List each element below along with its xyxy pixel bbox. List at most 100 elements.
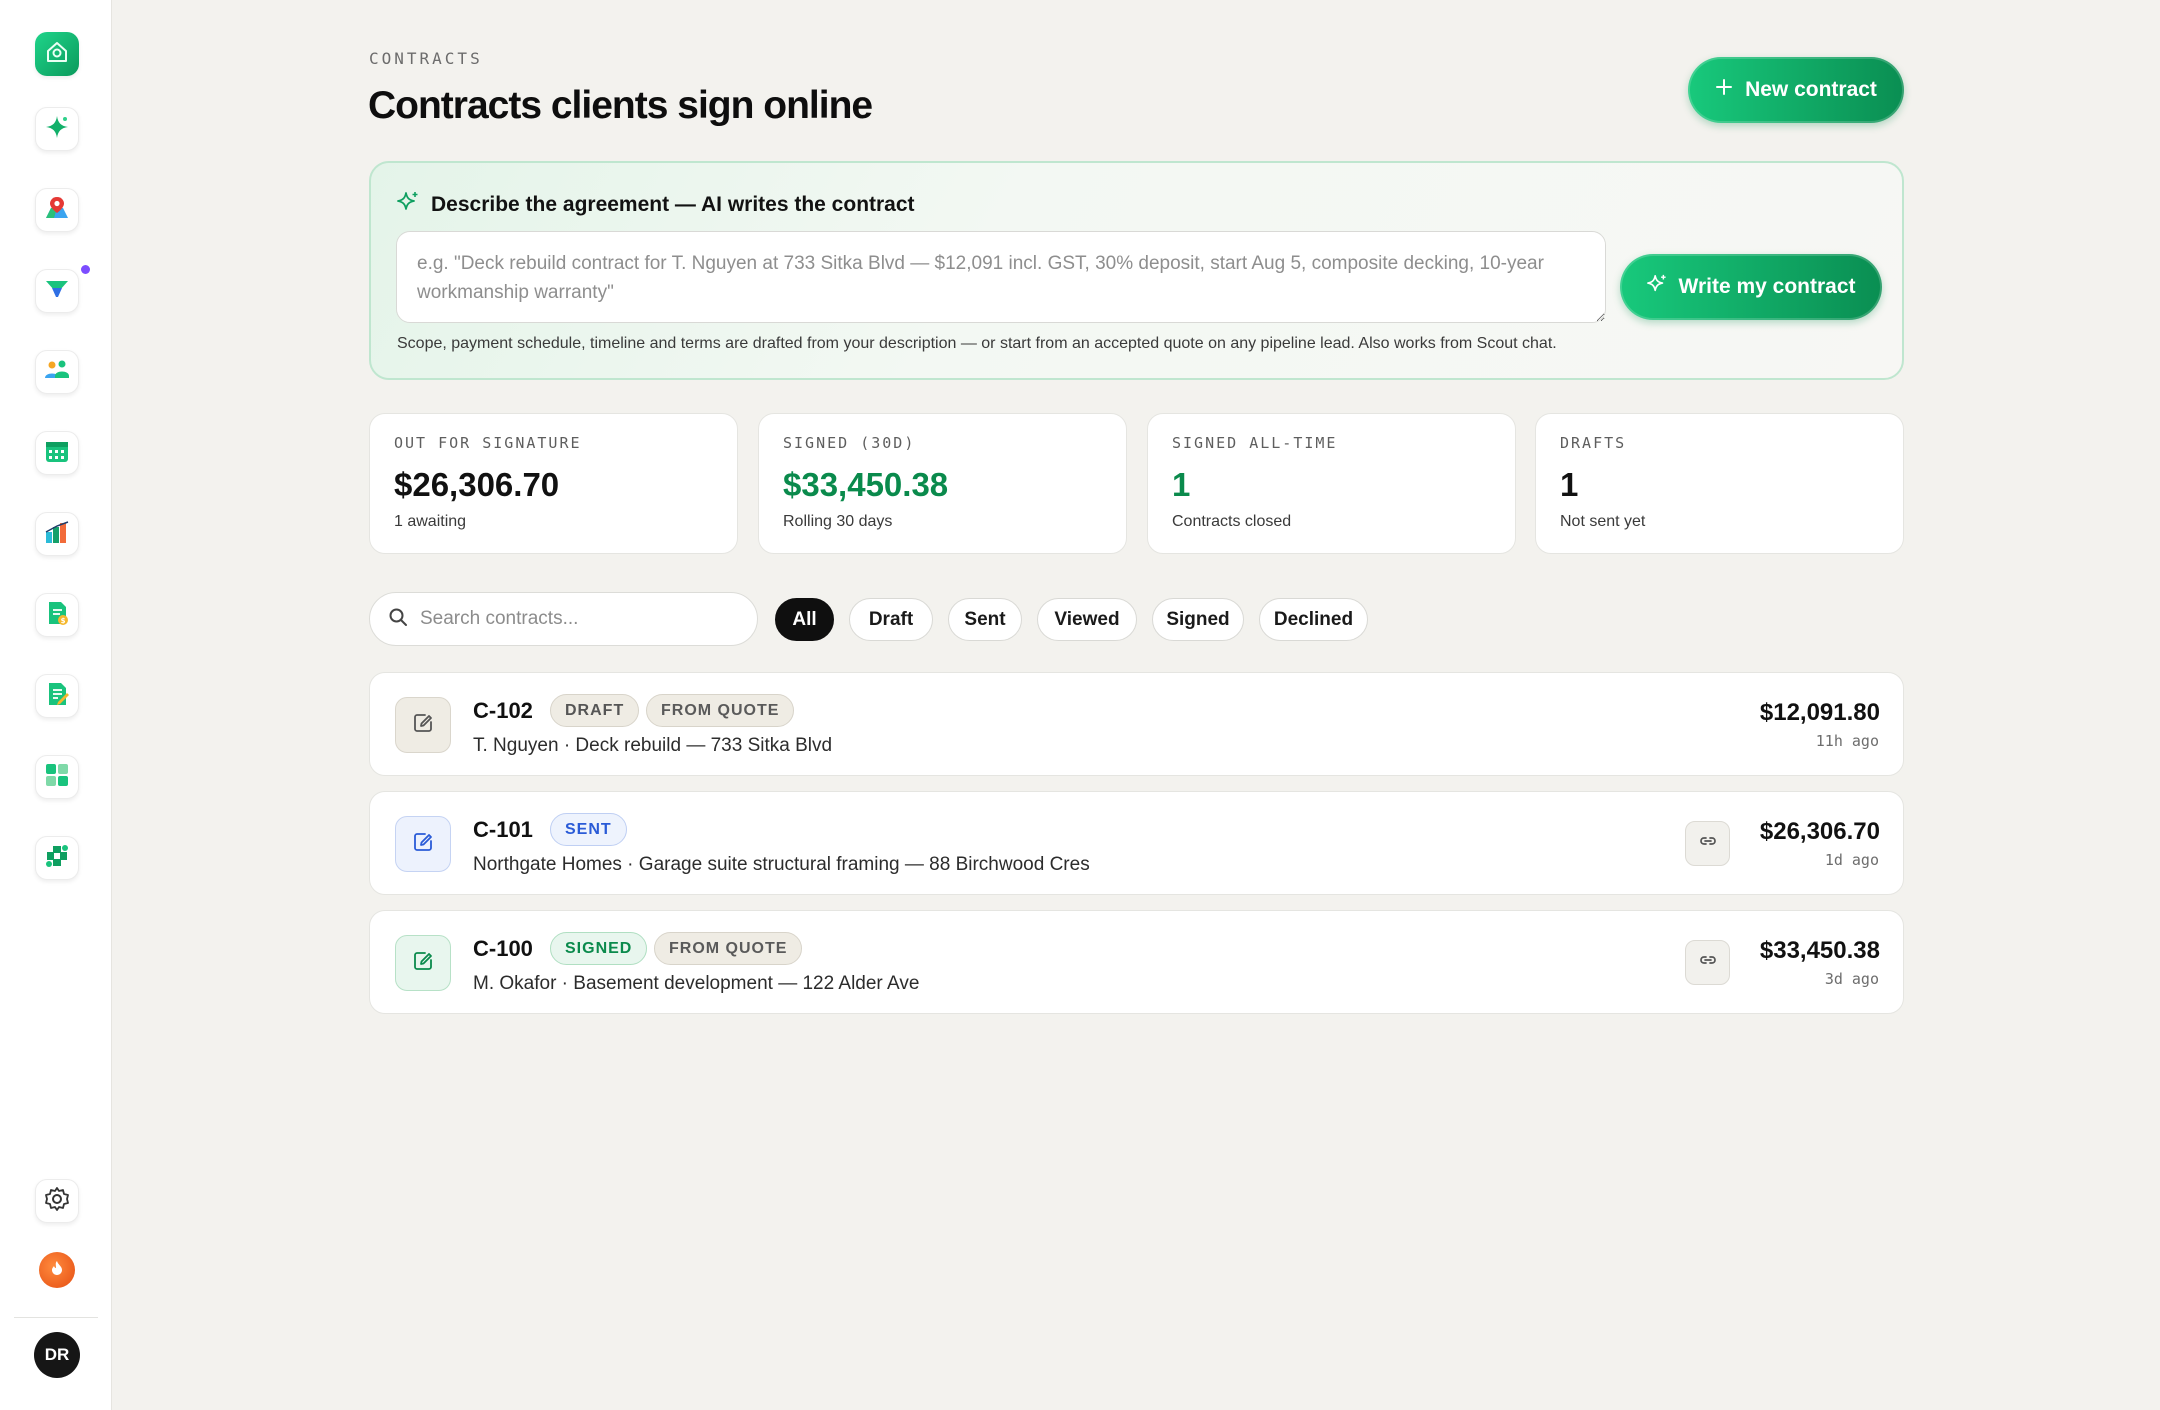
avatar[interactable]: DR (34, 1332, 80, 1378)
source-badge: FROM QUOTE (654, 932, 803, 965)
search-input[interactable] (420, 608, 720, 630)
contract-status-icon (395, 697, 451, 753)
edit-document-icon (411, 711, 435, 740)
sidebar-divider (14, 1317, 98, 1318)
contract-subtitle: Northgate Homes · Garage suite structura… (473, 854, 1090, 875)
team-icon (43, 356, 71, 389)
calendar-icon (43, 437, 71, 470)
contract-id: C-102 (473, 698, 533, 723)
invoice-icon: $ (43, 599, 71, 632)
status-badge: DRAFT (550, 694, 640, 727)
source-badge: FROM QUOTE (646, 694, 795, 727)
home-icon (43, 38, 71, 71)
nav-apps[interactable] (35, 755, 79, 799)
nav-team[interactable] (35, 350, 79, 394)
copy-link-button[interactable] (1685, 940, 1730, 985)
contract-row[interactable]: C-102 DRAFT FROM QUOTE T. Nguyen · Deck … (369, 672, 1904, 776)
sparkle-icon (397, 191, 419, 219)
map-pin-icon (43, 194, 71, 227)
stat-label: SIGNED (30D) (783, 434, 916, 452)
filter-chip-draft[interactable]: Draft (849, 598, 933, 641)
stat-value: 1 (1560, 466, 1579, 503)
filter-chip-signed[interactable]: Signed (1152, 598, 1244, 641)
nav-home[interactable] (35, 32, 79, 76)
stat-sub: Rolling 30 days (783, 513, 893, 530)
stat-label: OUT FOR SIGNATURE (394, 434, 582, 452)
agreement-description-input[interactable] (396, 231, 1606, 323)
nav-contracts[interactable] (35, 674, 79, 718)
contract-row[interactable]: C-100 SIGNED FROM QUOTE M. Okafor · Base… (369, 910, 1904, 1014)
contract-row[interactable]: C-101 SENT Northgate Homes · Garage suit… (369, 791, 1904, 895)
contract-time: 1d ago (1824, 851, 1879, 869)
svg-text:$: $ (61, 617, 66, 625)
status-badge: SENT (550, 813, 627, 846)
fire-icon (49, 1260, 65, 1281)
nav-settings[interactable] (35, 1179, 79, 1223)
gear-icon (43, 1185, 71, 1218)
nav-calendar[interactable] (35, 431, 79, 475)
search-box (369, 592, 758, 646)
contract-id: C-101 (473, 817, 533, 842)
filter-chip-all[interactable]: All (775, 598, 834, 641)
status-badge: SIGNED (550, 932, 648, 965)
contract-time: 11h ago (1815, 732, 1879, 750)
page-eyebrow: CONTRACTS (369, 49, 483, 68)
stat-drafts: DRAFTS 1 Not sent yet (1535, 413, 1904, 554)
nav-integrations[interactable] (35, 836, 79, 880)
edit-document-icon (411, 949, 435, 978)
stat-label: SIGNED ALL-TIME (1172, 434, 1338, 452)
nav-invoices[interactable]: $ (35, 593, 79, 637)
puzzle-icon (43, 842, 71, 875)
copy-link-button[interactable] (1685, 821, 1730, 866)
contract-id: C-100 (473, 936, 533, 961)
stat-sub: Not sent yet (1560, 513, 1646, 530)
ai-panel-header: Describe the agreement — AI writes the c… (397, 191, 915, 219)
contract-amount: $12,091.80 (1759, 699, 1880, 726)
funnel-icon (43, 275, 71, 308)
stat-signed-30d: SIGNED (30D) $33,450.38 Rolling 30 days (758, 413, 1127, 554)
stat-sub: 1 awaiting (394, 513, 467, 530)
notification-dot (81, 265, 90, 274)
write-contract-label: Write my contract (1678, 275, 1856, 298)
stat-sub: Contracts closed (1172, 513, 1292, 530)
contract-amount: $33,450.38 (1759, 937, 1880, 964)
sparkle-icon (1646, 274, 1667, 300)
nav-ai[interactable] (35, 107, 79, 151)
contract-status-icon (395, 935, 451, 991)
contract-time: 3d ago (1824, 970, 1879, 988)
new-contract-button[interactable]: New contract (1688, 57, 1904, 123)
nav-pipeline[interactable] (35, 269, 79, 313)
plus-icon (1715, 78, 1733, 102)
stat-signed-all-time: SIGNED ALL-TIME 1 Contracts closed (1147, 413, 1516, 554)
link-icon (1698, 950, 1718, 975)
write-contract-button[interactable]: Write my contract (1620, 254, 1882, 320)
contract-icon (43, 680, 71, 713)
contract-amount: $26,306.70 (1759, 818, 1880, 845)
page-title: Contracts clients sign online (368, 84, 873, 127)
stat-out-for-signature: OUT FOR SIGNATURE $26,306.70 1 awaiting (369, 413, 738, 554)
nav-map[interactable] (35, 188, 79, 232)
sparkle-icon (43, 113, 71, 146)
ai-contract-panel: Describe the agreement — AI writes the c… (369, 161, 1904, 380)
stat-value: $33,450.38 (783, 466, 949, 503)
contract-subtitle: M. Okafor · Basement development — 122 A… (473, 973, 920, 994)
edit-document-icon (411, 830, 435, 859)
contract-status-icon (395, 816, 451, 872)
stat-value: 1 (1172, 466, 1191, 503)
filter-chip-sent[interactable]: Sent (948, 598, 1022, 641)
filter-chip-viewed[interactable]: Viewed (1037, 598, 1137, 641)
grid-icon (43, 761, 71, 794)
streak-button[interactable] (39, 1252, 75, 1288)
ai-panel-heading: Describe the agreement — AI writes the c… (431, 193, 915, 216)
nav-reports[interactable] (35, 512, 79, 556)
search-icon (388, 607, 408, 632)
stat-label: DRAFTS (1560, 434, 1627, 452)
contract-subtitle: T. Nguyen · Deck rebuild — 733 Sitka Blv… (473, 735, 833, 756)
ai-panel-note: Scope, payment schedule, timeline and te… (397, 335, 1557, 352)
stat-value: $26,306.70 (394, 466, 560, 503)
link-icon (1698, 831, 1718, 856)
sidebar: $ DR (0, 0, 112, 1410)
bar-chart-icon (43, 518, 71, 551)
new-contract-label: New contract (1745, 78, 1877, 101)
filter-chip-declined[interactable]: Declined (1259, 598, 1368, 641)
